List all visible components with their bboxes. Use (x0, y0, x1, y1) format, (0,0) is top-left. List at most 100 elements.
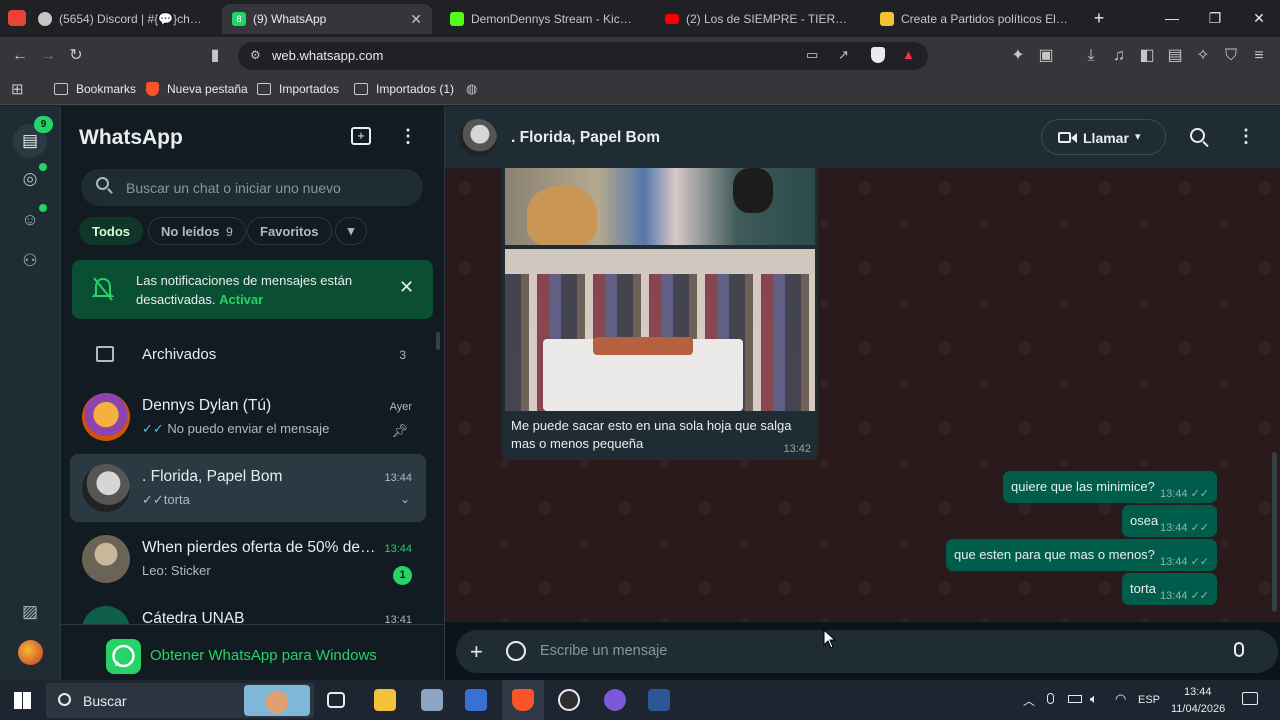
call-label: Llamar (1083, 130, 1129, 146)
language-indicator[interactable]: ESP (1138, 694, 1160, 706)
obs-icon[interactable] (558, 689, 580, 711)
bookmark-importados[interactable]: Importados (257, 82, 339, 96)
profile-avatar[interactable] (18, 640, 43, 665)
brave-shield-icon[interactable] (871, 47, 885, 63)
leo-ai-icon[interactable]: ✧ (1191, 44, 1215, 68)
forward-icon[interactable]: → (36, 44, 60, 68)
scrollbar[interactable] (436, 332, 440, 350)
close-tab-icon[interactable]: ✕ (402, 11, 422, 28)
filter-favoritos[interactable]: Favoritos (247, 217, 332, 245)
tasks-app-icon[interactable] (465, 689, 487, 711)
bookmark-icon[interactable]: ▮ (203, 44, 227, 68)
media-icon[interactable]: ♫ (1107, 44, 1131, 68)
media-gallery-icon[interactable]: ▨ (17, 599, 43, 625)
share-icon[interactable]: ↗ (838, 47, 849, 63)
tab-whatsapp[interactable]: 8 (9) WhatsApp ✕ (222, 4, 432, 34)
minimize-icon[interactable]: — (1157, 6, 1187, 30)
chevron-down-icon[interactable]: ⌄ (400, 492, 410, 506)
status-icon[interactable]: ◎ (17, 166, 43, 192)
vpn-icon[interactable]: ⛉ (1219, 44, 1243, 68)
chevron-up-icon[interactable]: ︿ (1023, 692, 1035, 709)
new-chat-icon[interactable]: + (351, 127, 371, 145)
back-icon[interactable]: ← (8, 44, 32, 68)
maximize-icon[interactable]: ❐ (1200, 6, 1230, 30)
channels-icon[interactable]: ☺ (17, 207, 43, 233)
chat-item-catedra-unab[interactable]: Cátedra UNAB 13:41 (70, 596, 426, 624)
site-settings-icon[interactable]: ⚙ (250, 48, 261, 62)
double-check-icon: ✓✓ (142, 492, 164, 507)
tab-discord[interactable]: (5654) Discord | #{💬}chat | P (28, 4, 214, 34)
battery-icon[interactable] (1068, 695, 1082, 703)
close-icon[interactable]: ✕ (399, 277, 414, 298)
cast-icon[interactable]: ▭ (806, 47, 818, 63)
clock-date[interactable]: 11/04/2026 (1171, 703, 1225, 715)
tab-create[interactable]: Create a Partidos políticos Eleccio (870, 4, 1080, 34)
task-view-icon[interactable] (327, 692, 345, 708)
filter-no-leidos[interactable]: No leídos 9 (148, 217, 246, 245)
time-text: 13:44 (1159, 488, 1188, 500)
microphone-icon[interactable] (1234, 642, 1244, 657)
conversation-scrollbar[interactable] (1272, 452, 1277, 612)
download-icon[interactable]: ⤓ (1079, 44, 1103, 68)
apps-icon[interactable]: ⊞ (11, 80, 24, 98)
bookmark-bookmarks[interactable]: Bookmarks (54, 82, 136, 96)
menu-dots-icon[interactable]: ⋮ (399, 126, 417, 147)
call-button[interactable]: Llamar ▾ (1041, 119, 1166, 155)
menu-icon[interactable]: ≡ (1247, 44, 1271, 68)
taskbar-search[interactable]: Buscar (46, 683, 314, 718)
globe-icon[interactable]: ◍ (466, 81, 477, 97)
clock-time[interactable]: 13:44 (1184, 686, 1212, 698)
tab-search-icon[interactable] (8, 10, 26, 26)
avatar (82, 606, 130, 624)
activate-link[interactable]: Activar (219, 292, 263, 307)
bookmark-importados-1[interactable]: Importados (1) (354, 82, 454, 96)
close-window-icon[interactable]: ✕ (1244, 6, 1274, 30)
windows-start-icon[interactable] (14, 692, 31, 709)
message-input[interactable]: + Escribe un mensaje (456, 630, 1278, 673)
volume-icon[interactable]: 🔈︎ (1090, 691, 1098, 707)
bookmark-nueva-pestana[interactable]: Nueva pestaña (146, 82, 248, 96)
microphone-icon[interactable] (1047, 693, 1054, 704)
chat-app-icon[interactable] (604, 689, 626, 711)
emoji-sticker-icon[interactable] (506, 641, 526, 661)
unread-badge: 9 (34, 116, 53, 133)
wifi-icon[interactable]: ◠ (1115, 691, 1126, 707)
bookmark-label: Bookmarks (76, 82, 137, 96)
contact-avatar[interactable] (459, 119, 497, 157)
brave-rewards-icon[interactable]: ▲ (902, 47, 915, 62)
tab-kick[interactable]: DemonDennys Stream - Kick D (440, 4, 645, 34)
file-explorer-icon[interactable] (374, 689, 396, 711)
new-tab-icon[interactable]: + (1084, 6, 1114, 30)
archived-row[interactable]: Archivados 3 (70, 331, 426, 377)
wallet-icon[interactable]: ▤ (1163, 44, 1187, 68)
contact-name[interactable]: . Florida, Papel Bom (511, 129, 660, 147)
search-input[interactable]: Buscar un chat o iniciar uno nuevo (81, 169, 423, 206)
attach-plus-icon[interactable]: + (470, 639, 483, 665)
message-time: 13:42 (783, 443, 811, 455)
filter-label: No leídos (161, 224, 220, 239)
notifications-icon[interactable] (1242, 692, 1258, 705)
word-icon[interactable] (648, 689, 670, 711)
menu-dots-icon[interactable]: ⋮ (1237, 126, 1255, 147)
chat-item-florida[interactable]: . Florida, Papel Bom ✓✓torta 13:44 ⌄ (70, 454, 426, 522)
taskbar-search-placeholder: Buscar (83, 693, 127, 709)
extensions-icon[interactable]: ✦ (1006, 44, 1030, 68)
search-icon (58, 693, 71, 706)
avatar (82, 393, 130, 441)
dog-photo[interactable] (505, 168, 815, 245)
chat-item-dennys-dylan[interactable]: Dennys Dylan (Tú) ✓✓ No puedo enviar el … (70, 383, 426, 451)
group-photo[interactable] (505, 249, 815, 411)
app-icon[interactable] (421, 689, 443, 711)
chat-item-when-pierdes[interactable]: When pierdes oferta de 50% desc... Leo: … (70, 525, 426, 593)
sidebar-toggle-icon[interactable]: ◧ (1135, 44, 1159, 68)
incoming-image-message: Me puede sacar esto en una sola hoja que… (502, 168, 818, 460)
reload-icon[interactable]: ↻ (64, 44, 88, 68)
tab-youtube[interactable]: (2) Los de SIEMPRE - TIERLIST de (655, 4, 860, 34)
communities-icon[interactable]: ⚇ (17, 248, 43, 274)
address-bar[interactable]: ⚙ web.whatsapp.com ▭ ↗ ▲ (238, 42, 928, 70)
filter-todos[interactable]: Todos (79, 217, 144, 245)
filter-more-dropdown[interactable]: ▾ (335, 217, 367, 245)
brave-browser-icon[interactable] (512, 689, 534, 711)
screenshot-icon[interactable]: ▣ (1034, 44, 1058, 68)
get-windows-app-banner[interactable]: Obtener WhatsApp para Windows (61, 624, 444, 680)
